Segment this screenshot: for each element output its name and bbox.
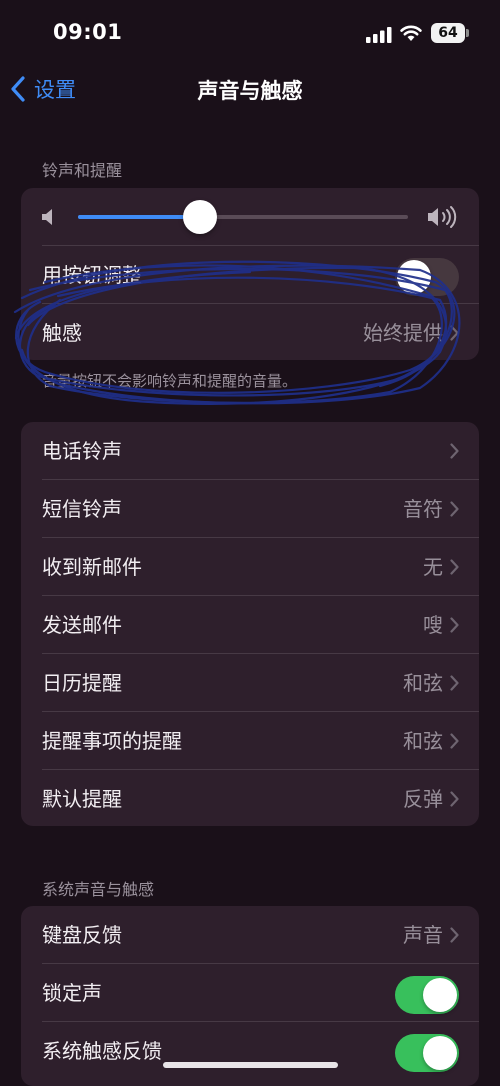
chevron-right-icon (450, 791, 459, 807)
sound-row-sent-mail[interactable]: 发送邮件 嗖 (21, 596, 479, 654)
keyboard-feedback-value: 声音 (403, 923, 443, 947)
change-with-buttons-label: 用按钮调整 (42, 263, 142, 287)
haptics-row[interactable]: 触感 始终提供 (21, 304, 479, 360)
ringer-section-footer: 音量按钮不会影响铃声和提醒的音量。 (42, 372, 298, 390)
speaker-low-icon (42, 209, 52, 225)
list-item-label: 提醒事项的提醒 (42, 729, 182, 753)
toggle-knob (423, 1036, 457, 1070)
system-group: 键盘反馈 声音 锁定声 系统触感反馈 (21, 906, 479, 1086)
chevron-right-icon (450, 443, 459, 459)
ringer-section-header: 铃声和提醒 (42, 161, 123, 180)
lock-sound-toggle[interactable] (395, 976, 459, 1014)
ringer-group: 用按钮调整 触感 始终提供 (21, 188, 479, 360)
status-time: 09:01 (53, 20, 123, 44)
lock-sound-row: 锁定声 (21, 964, 479, 1022)
volume-slider[interactable] (78, 200, 408, 234)
system-haptics-label: 系统触感反馈 (42, 1039, 162, 1063)
cellular-signal-icon (366, 27, 392, 43)
lock-sound-label: 锁定声 (42, 981, 102, 1005)
chevron-right-icon (450, 501, 459, 517)
list-item-value: 嗖 (423, 613, 443, 637)
battery-icon: 64 (431, 23, 465, 43)
page-title: 声音与触感 (197, 79, 303, 103)
toggle-knob (423, 978, 457, 1012)
toggle-knob (397, 260, 431, 294)
list-item-value: 和弦 (403, 729, 443, 753)
list-item-label: 默认提醒 (42, 787, 122, 811)
keyboard-feedback-row[interactable]: 键盘反馈 声音 (21, 906, 479, 964)
list-item-value: 无 (423, 555, 443, 579)
sound-row-text-tone[interactable]: 短信铃声 音符 (21, 480, 479, 538)
chevron-right-icon (450, 927, 459, 943)
list-item-label: 收到新邮件 (42, 555, 142, 579)
volume-slider-fill (78, 215, 201, 219)
chevron-right-icon (450, 559, 459, 575)
system-haptics-row: 系统触感反馈 (21, 1022, 479, 1080)
sound-row-reminder-alerts[interactable]: 提醒事项的提醒 和弦 (21, 712, 479, 770)
haptics-value: 始终提供 (363, 321, 443, 345)
volume-slider-thumb[interactable] (183, 200, 218, 234)
haptics-label: 触感 (42, 321, 82, 345)
chevron-right-icon (450, 325, 459, 341)
chevron-right-icon (450, 733, 459, 749)
list-item-value: 和弦 (403, 671, 443, 695)
keyboard-feedback-label: 键盘反馈 (42, 923, 122, 947)
change-with-buttons-row: 用按钮调整 (21, 246, 479, 304)
battery-tip (466, 29, 469, 37)
change-with-buttons-toggle[interactable] (395, 258, 459, 296)
chevron-right-icon (450, 617, 459, 633)
list-item-label: 发送邮件 (42, 613, 122, 637)
list-item-label: 日历提醒 (42, 671, 122, 695)
system-section-header: 系统声音与触感 (42, 880, 155, 899)
list-item-label: 电话铃声 (42, 439, 122, 463)
sound-row-default-alerts[interactable]: 默认提醒 反弹 (21, 770, 479, 826)
list-item-value: 反弹 (403, 787, 443, 811)
sounds-group: 电话铃声 短信铃声 音符 收到新邮件 无 发送邮件 嗖 日历提醒 和弦 提醒事项… (21, 422, 479, 826)
sound-row-ringtone[interactable]: 电话铃声 (21, 422, 479, 480)
navigation-bar: 设置 声音与触感 (0, 64, 500, 114)
list-item-label: 短信铃声 (42, 497, 122, 521)
list-item-value: 音符 (403, 497, 443, 521)
sound-row-calendar-alerts[interactable]: 日历提醒 和弦 (21, 654, 479, 712)
speaker-high-icon (428, 206, 457, 228)
wifi-icon (400, 25, 422, 41)
home-indicator (163, 1062, 338, 1068)
volume-slider-row (21, 188, 479, 246)
status-bar: 09:01 64 (0, 0, 500, 64)
sound-row-new-mail[interactable]: 收到新邮件 无 (21, 538, 479, 596)
chevron-right-icon (450, 675, 459, 691)
system-haptics-toggle[interactable] (395, 1034, 459, 1072)
